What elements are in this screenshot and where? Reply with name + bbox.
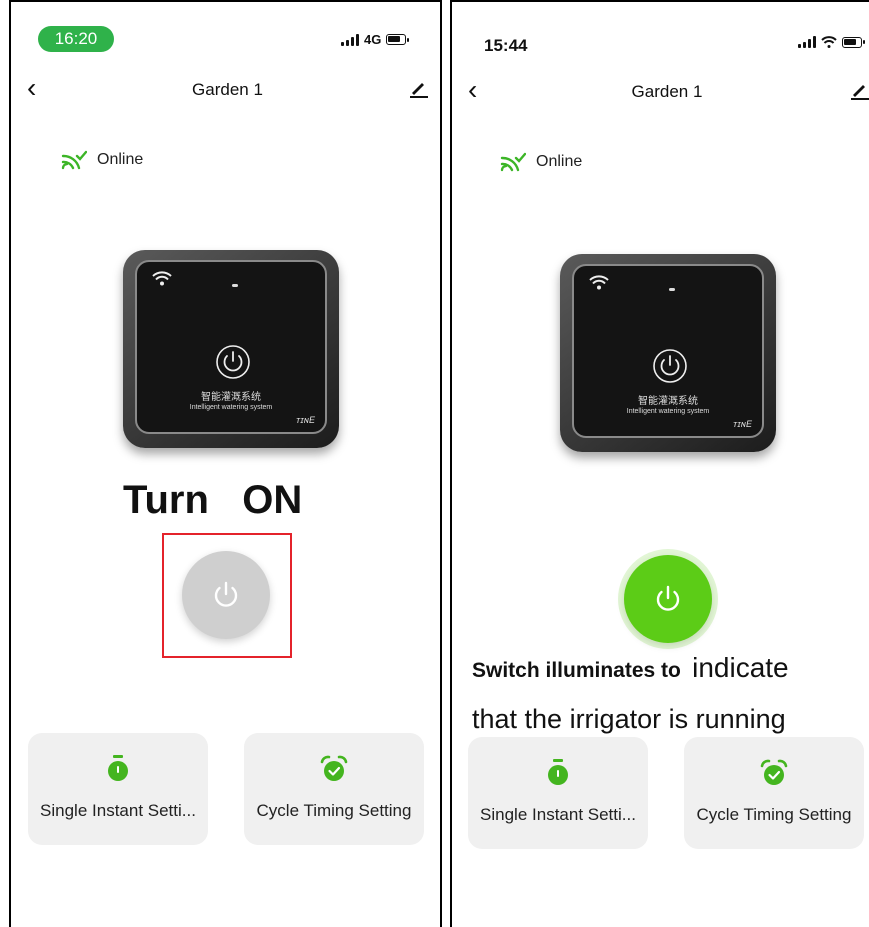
device-image: 智能灌溉系统 Intelligent watering system ᴛɪɴE <box>123 250 339 448</box>
cycle-timing-setting-card[interactable]: Cycle Timing Setting <box>684 737 864 849</box>
single-instant-setting-card[interactable]: Single Instant Setti... <box>468 737 648 849</box>
card-label: Cycle Timing Setting <box>696 805 852 824</box>
device-face: 智能灌溉系统 Intelligent watering system ᴛɪɴE <box>135 260 327 434</box>
online-status: Online <box>500 152 582 172</box>
annotation-line-2: that the irrigator is running <box>472 704 786 734</box>
edit-icon <box>851 85 869 100</box>
battery-icon <box>842 36 865 48</box>
alarm-clock-icon <box>320 755 348 781</box>
device-chinese-label: 智能灌溉系统 <box>201 392 261 403</box>
stopwatch-icon <box>108 755 128 781</box>
device-image: 智能灌溉系统 Intelligent watering system ᴛɪɴE <box>560 254 776 452</box>
card-label: Cycle Timing Setting <box>256 801 412 820</box>
power-icon <box>216 345 250 379</box>
network-type: 4G <box>364 32 382 47</box>
power-button[interactable] <box>624 555 712 643</box>
phone-screen-right: 15:44 ‹ Garden 1 Online 智能灌溉系统 Intellige… <box>450 0 869 927</box>
card-label: Single Instant Setti... <box>40 801 196 820</box>
annotation-part-1: Switch illuminates to <box>472 659 681 682</box>
card-label: Single Instant Setti... <box>480 805 636 824</box>
status-time: 15:44 <box>484 36 528 55</box>
wifi-icon <box>152 271 172 286</box>
alarm-clock-icon <box>760 759 788 785</box>
edit-button[interactable] <box>409 78 429 103</box>
cellular-signal-icon <box>341 33 359 46</box>
cellular-signal-icon <box>798 36 816 48</box>
device-led <box>232 284 238 287</box>
edit-icon <box>410 83 428 98</box>
wifi-icon <box>821 36 837 48</box>
device-english-label: Intelligent watering system <box>626 408 710 415</box>
page-title: Garden 1 <box>631 82 703 101</box>
stopwatch-icon <box>548 759 568 785</box>
device-face: 智能灌溉系统 Intelligent watering system ᴛɪɴE <box>572 264 764 438</box>
online-signal-icon <box>61 150 87 170</box>
status-time: 16:20 <box>38 26 114 52</box>
online-label: Online <box>536 153 583 170</box>
device-led <box>669 288 675 291</box>
status-bar-right <box>798 36 865 48</box>
power-button[interactable] <box>182 551 270 639</box>
status-bar-right: 4G <box>341 32 410 47</box>
battery-icon <box>386 34 410 45</box>
wifi-icon <box>589 275 609 290</box>
page-title: Garden 1 <box>192 80 263 99</box>
device-chinese-label: 智能灌溉系统 <box>638 396 698 407</box>
device-english-label: Intelligent watering system <box>189 404 273 411</box>
device-brand: ᴛɪɴE <box>295 415 315 425</box>
annotation-part-2: indicate <box>692 652 789 683</box>
power-icon <box>656 585 680 611</box>
cycle-timing-setting-card[interactable]: Cycle Timing Setting <box>244 733 424 845</box>
online-status: Online <box>61 150 143 170</box>
power-icon <box>214 581 238 607</box>
single-instant-setting-card[interactable]: Single Instant Setti... <box>28 733 208 845</box>
device-brand: ᴛɪɴE <box>732 419 752 429</box>
edit-button[interactable] <box>850 80 869 105</box>
online-label: Online <box>97 151 144 168</box>
phone-screen-left: 16:20 4G ‹ Garden 1 Online 智能灌溉系统 Intell… <box>9 0 442 927</box>
power-icon <box>653 349 687 383</box>
online-signal-icon <box>500 152 526 172</box>
turn-on-annotation: Turn ON <box>123 478 303 522</box>
annotation-line-1: Switch illuminates to indicate <box>472 652 789 684</box>
